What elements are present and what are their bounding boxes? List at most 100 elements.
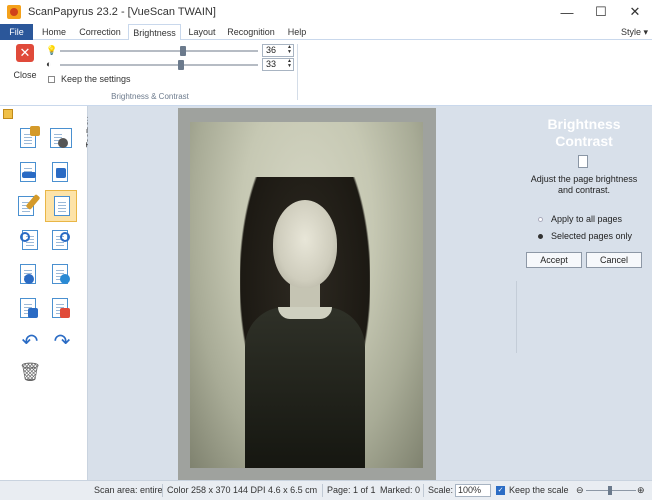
ribbon-divider	[297, 44, 298, 100]
selected-pages-radio[interactable]	[538, 233, 543, 239]
delete-page-tool[interactable]	[50, 296, 74, 322]
zoom-in-icon[interactable]: ⊕	[637, 481, 645, 500]
bulb-icon: 💡	[46, 45, 58, 55]
status-bar: Scan area: entire Color 258 x 370 144 DP…	[0, 480, 652, 500]
undo-button[interactable]: ↶	[18, 330, 42, 356]
trash-button[interactable]: 🗑	[18, 360, 42, 386]
tab-brightness[interactable]: Brightness	[128, 24, 181, 41]
add-page-tool[interactable]	[18, 262, 42, 288]
contrast-icon: ◐	[46, 59, 52, 69]
rotate-left-tool[interactable]	[18, 228, 42, 254]
close-icon: ✕	[629, 4, 641, 19]
wand-badge-icon	[30, 126, 40, 136]
export-jpeg-tool[interactable]	[18, 160, 42, 186]
brightness-slider-row: 💡 36 ▲ ▼	[46, 44, 294, 57]
tab-help[interactable]: Help	[283, 24, 311, 40]
title-bar: ScanPapyrus 23.2 - [VueScan TWAIN] — ☐ ✕	[0, 0, 652, 24]
maximize-button[interactable]: ☐	[584, 0, 618, 24]
maximize-icon: ☐	[595, 4, 607, 19]
contrast-value-field[interactable]: 33 ▲ ▼	[262, 58, 294, 71]
cancel-button[interactable]: Cancel	[586, 252, 642, 268]
brightness-slider-thumb[interactable]	[179, 46, 186, 56]
ribbon-group-label: Brightness & Contrast	[111, 92, 189, 101]
toolbox-panel: ↶ ↷ 🗑	[0, 106, 88, 480]
window-controls: — ☐ ✕	[550, 0, 652, 24]
close-tool-label: Close	[13, 70, 37, 80]
ribbon-panel: ✕ Close 💡 36 ▲ ▼ ◐ 33 ▲ ▼ Keep the settings …	[0, 40, 652, 106]
ribbon-tabs: File Home Correction Brightness Layout R…	[0, 24, 652, 41]
brightness-value-field[interactable]: 36 ▲ ▼	[262, 44, 294, 57]
brightness-slider[interactable]	[60, 50, 258, 52]
gear-icon	[60, 274, 70, 284]
photo-dress	[245, 307, 365, 468]
redo-button[interactable]: ↷	[50, 330, 74, 356]
rotate-right-tool[interactable]	[50, 228, 74, 254]
main-area: ↶ ↷ 🗑 Toolbox Brightness Contrast Adjust…	[0, 106, 652, 480]
save-page-tool[interactable]	[18, 296, 42, 322]
page-info-status: Page: 1 of 1	[327, 485, 376, 495]
tab-home[interactable]: Home	[37, 24, 71, 40]
tab-recognition[interactable]: Recognition	[225, 24, 277, 40]
apply-all-pages-label: Apply to all pages	[551, 214, 623, 224]
plus-badge-icon	[24, 274, 34, 284]
status-divider	[423, 484, 424, 497]
page-frame	[178, 108, 436, 480]
arrow-badge-icon	[56, 168, 66, 178]
scan-area-status: Scan area: entire	[94, 485, 163, 495]
photo-face	[273, 200, 337, 288]
panel-title: Brightness Contrast	[516, 116, 652, 150]
keep-settings-row[interactable]: Keep the settings	[48, 74, 131, 84]
contrast-slider[interactable]	[60, 64, 258, 66]
style-menu[interactable]: Style ▾	[621, 24, 648, 40]
pin-icon[interactable]	[3, 109, 13, 119]
edit-page-tool[interactable]	[18, 193, 42, 220]
keep-settings-label: Keep the settings	[61, 74, 131, 84]
redo-icon: ↷	[53, 331, 71, 353]
tab-layout[interactable]: Layout	[185, 24, 219, 40]
status-divider	[162, 484, 163, 497]
auto-process-tool[interactable]	[18, 126, 42, 152]
jpeg-badge-icon	[22, 172, 36, 178]
rotate-left-badge-icon	[20, 232, 30, 242]
spin-arrows-icon[interactable]: ▲ ▼	[287, 59, 292, 69]
scale-label: Scale:	[428, 485, 454, 495]
zoom-slider-thumb[interactable]	[608, 486, 612, 495]
scale-value: 100%	[458, 485, 482, 495]
color-info-status: Color 258 x 370 144 DPI 4.6 x 6.5 cm	[167, 485, 318, 495]
contrast-slider-row: ◐ 33 ▲ ▼	[46, 58, 294, 71]
photo-collar	[278, 307, 332, 319]
style-menu-label: Style	[620, 27, 641, 37]
contrast-slider-thumb[interactable]	[177, 60, 184, 70]
tab-correction[interactable]: Correction	[76, 24, 124, 40]
contrast-value: 33	[266, 59, 277, 69]
scale-input[interactable]: 100%	[455, 484, 491, 497]
status-divider	[322, 484, 323, 497]
tab-file[interactable]: File	[0, 24, 33, 40]
panel-title-line1: Brightness	[547, 116, 621, 132]
keep-scale-checkbox[interactable]: ✓	[496, 486, 505, 495]
trash-icon: 🗑	[18, 362, 42, 382]
replace-page-tool[interactable]	[50, 160, 74, 186]
minimize-button[interactable]: —	[550, 0, 584, 24]
close-window-button[interactable]: ✕	[618, 0, 652, 24]
selected-pages-option[interactable]: Selected pages only	[538, 231, 632, 241]
zoom-out-icon[interactable]: ⊖	[576, 481, 584, 500]
scan-page-tool[interactable]	[50, 262, 74, 288]
keep-settings-checkbox[interactable]	[48, 75, 55, 83]
split-page-tool[interactable]	[50, 126, 74, 152]
chevron-down-icon: ▾	[643, 27, 648, 37]
scanned-photo[interactable]	[190, 122, 423, 468]
spin-arrows-icon[interactable]: ▲ ▼	[287, 45, 292, 55]
accept-button[interactable]: Accept	[526, 252, 582, 268]
page-canvas[interactable]	[88, 106, 516, 480]
panel-description: Adjust the page brightness and contrast.	[530, 174, 638, 195]
apply-all-pages-option[interactable]: Apply to all pages	[538, 214, 622, 224]
apply-all-pages-radio[interactable]	[538, 216, 543, 222]
undo-icon: ↶	[21, 331, 39, 353]
document-icon	[578, 155, 588, 168]
close-tool-button[interactable]: ✕ Close	[10, 44, 40, 80]
window-title: ScanPapyrus 23.2 - [VueScan TWAIN]	[28, 6, 216, 18]
scissors-badge-icon	[58, 138, 68, 148]
page-text-icon	[54, 196, 70, 216]
brightness-tool[interactable]	[45, 190, 77, 222]
